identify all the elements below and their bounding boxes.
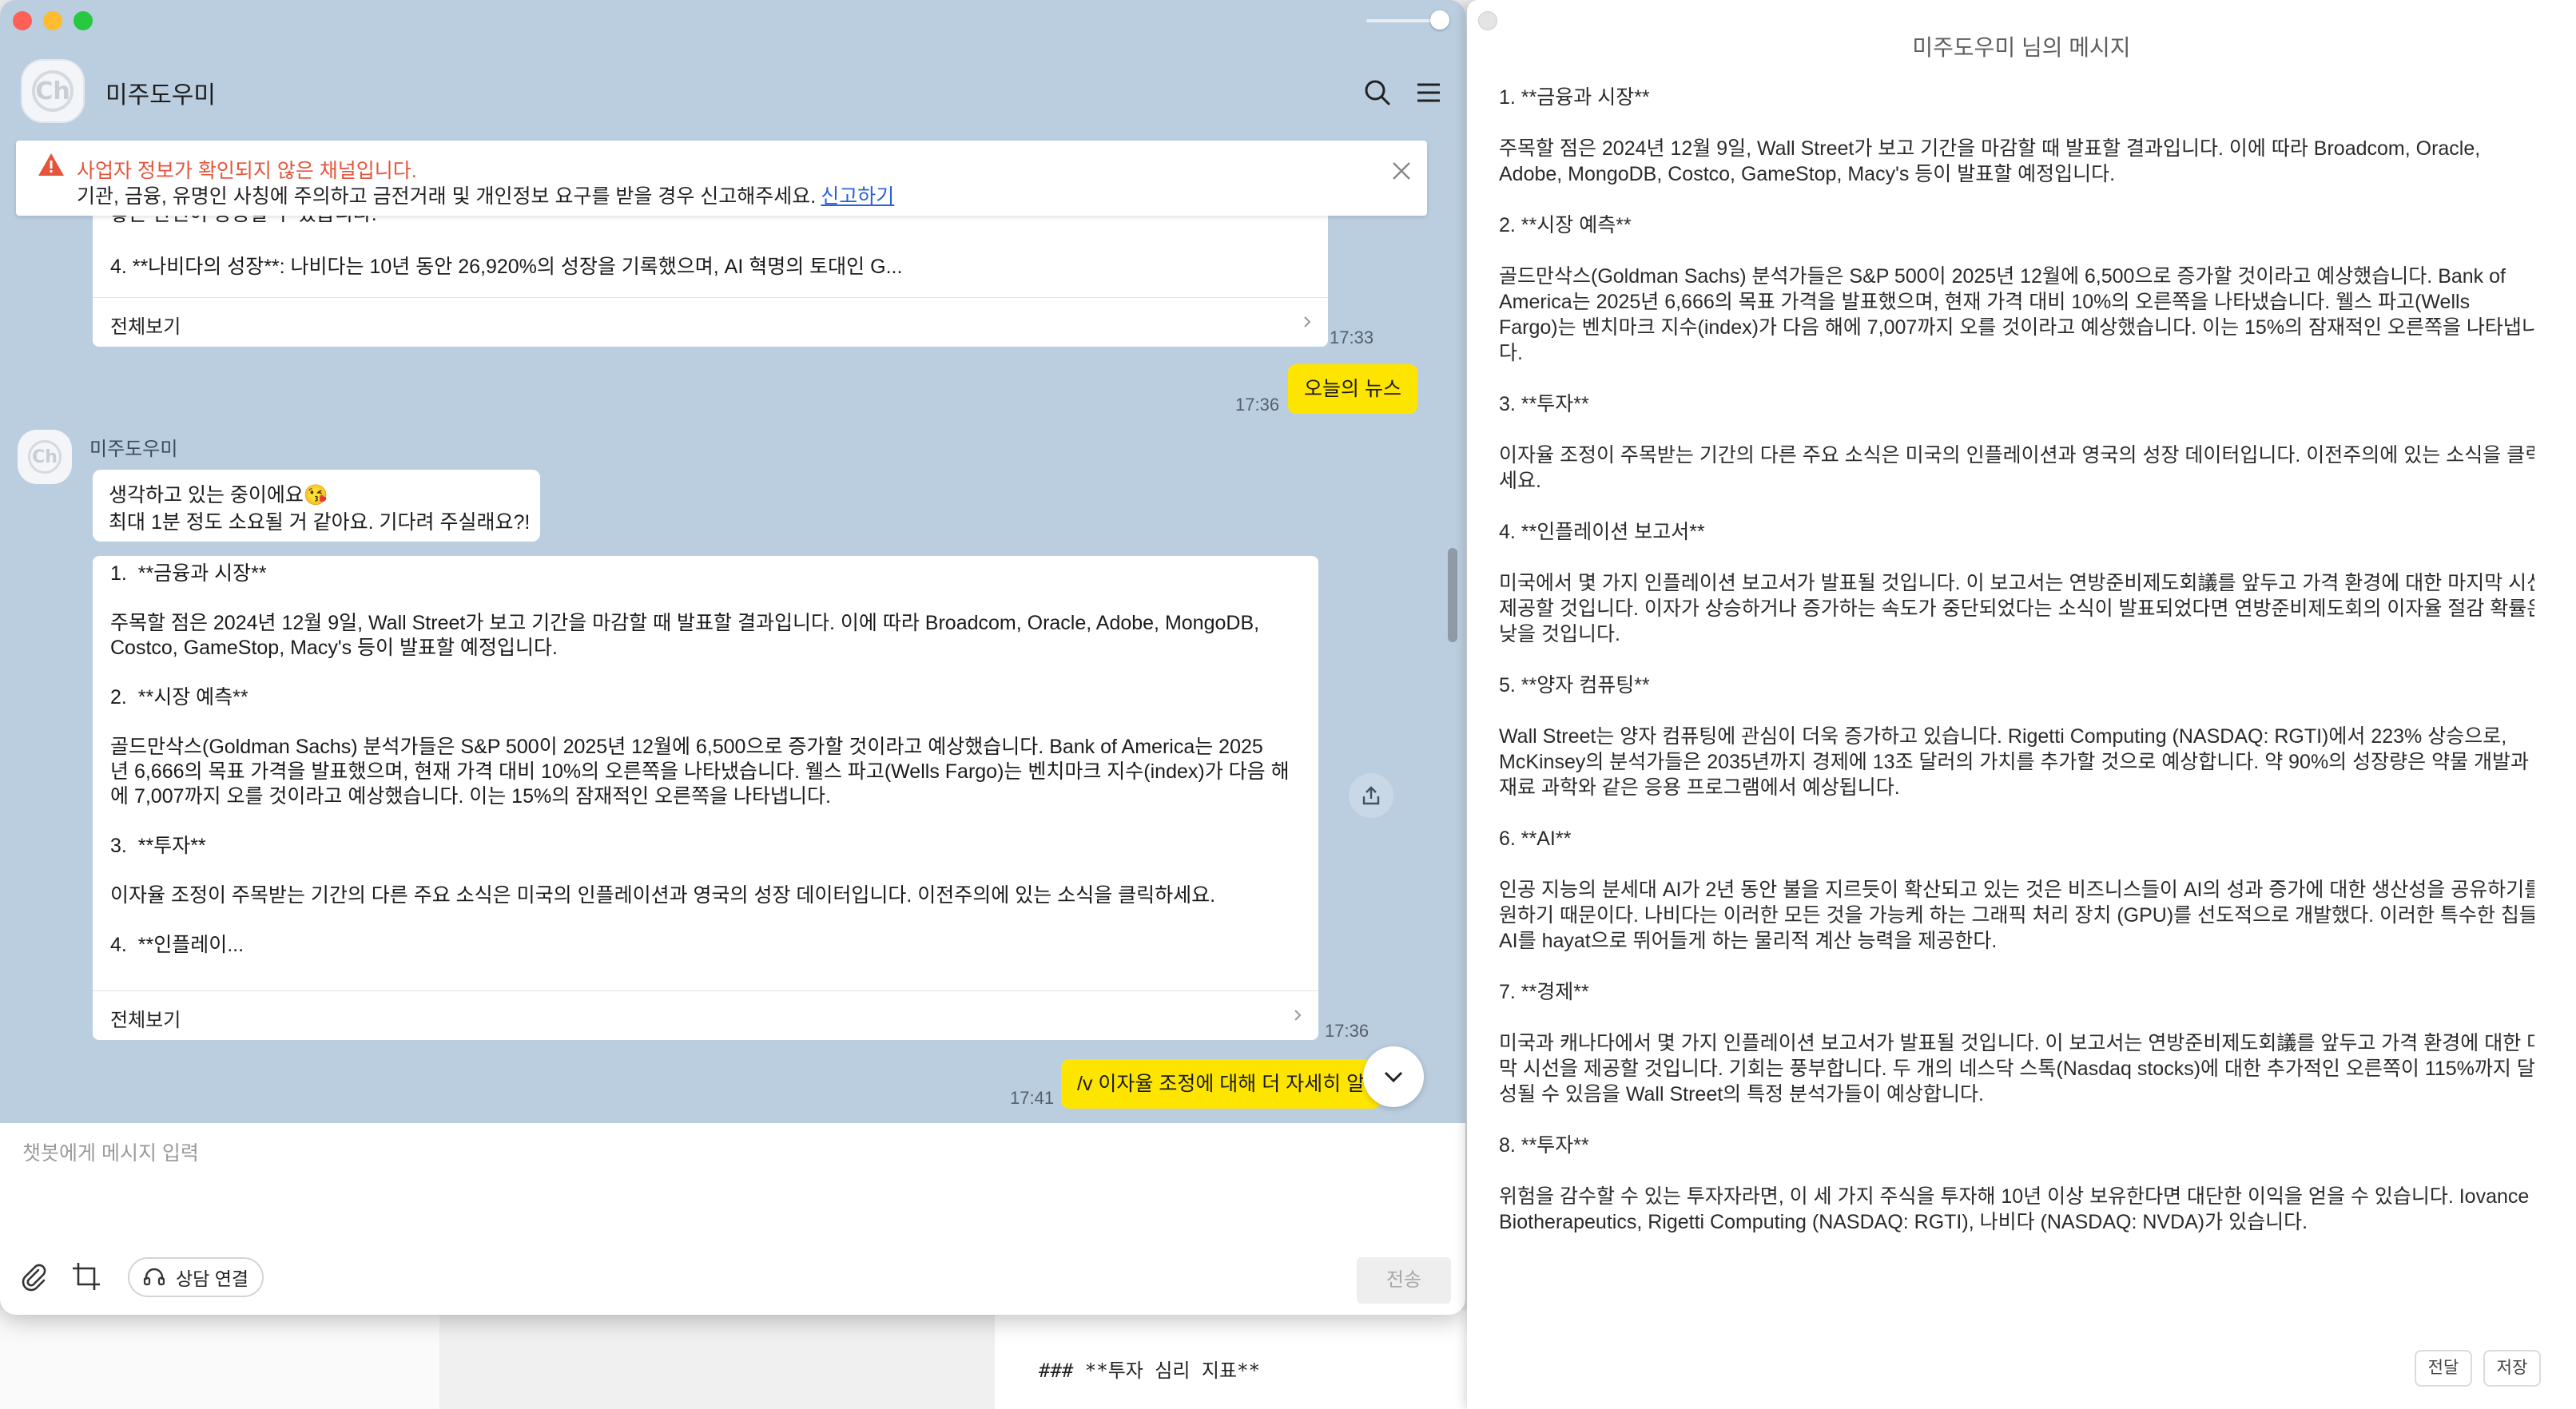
section-heading: 8. **투자**: [1499, 1134, 1589, 1157]
scrollbar-thumb[interactable]: [1448, 548, 1457, 642]
warning-banner: 사업자 정보가 확인되지 않은 채널입니다. 기관, 금융, 유명인 사칭에 주…: [16, 141, 1427, 216]
menu-button[interactable]: [1411, 75, 1446, 110]
chevron-right-icon: [1304, 316, 1311, 327]
thinking-line-2: 최대 1분 정도 소요될 거 같아요. 기다려 주실래요?!: [109, 511, 531, 534]
send-button[interactable]: 전송: [1357, 1257, 1451, 1304]
answer-line: 골드만삭스(Goldman Sachs) 분석가들은 S&P 500이 2025…: [110, 736, 1263, 758]
section-body: 위험을 감수할 수 있는 투자자라면, 이 세 가지 주식을 투자해 10년 이…: [1499, 1185, 2530, 1233]
previous-card-text: 4. **나비다의 성장**: 나비다는 10년 동안 26,920%의 성장을…: [110, 256, 903, 278]
attach-button[interactable]: [18, 1260, 50, 1292]
section-heading: 7. **경제**: [1499, 981, 1589, 1003]
answer-line: 에 7,007까지 오를 것이라고 예상했습니다. 이는 15%의 잠재적인 오…: [110, 785, 832, 808]
message-input[interactable]: [22, 1137, 1437, 1233]
warning-title: 사업자 정보가 확인되지 않은 채널입니다.: [77, 160, 417, 182]
forward-button[interactable]: 전달: [2415, 1350, 2472, 1387]
section-heading: 3. **투자**: [1499, 393, 1589, 415]
report-link[interactable]: 신고하기: [821, 185, 894, 208]
message-timestamp: 17:33: [1330, 327, 1374, 347]
section-heading: 1. **금융과 시장**: [1499, 86, 1650, 109]
answer-card-more-button[interactable]: 전체보기: [93, 990, 1318, 1040]
background-heading-line: ### **투자 심리 지표**: [1039, 1359, 1260, 1382]
consult-label: 상담 연결: [176, 1268, 249, 1289]
message-timestamp: 17:36: [1325, 1021, 1369, 1041]
warning-close-button[interactable]: [1385, 155, 1417, 187]
section-body: 인공 지능의 분세대 AI가 2년 동안 불을 지르듯이 확산되고 있는 것은 …: [1499, 879, 2534, 952]
background-document: ### **투자 심리 지표**: [0, 1310, 1470, 1409]
more-label: 전체보기: [110, 1010, 181, 1031]
section-body: 미국에서 몇 가지 인플레이션 보고서가 발표될 것입니다. 이 보고서는 연방…: [1499, 572, 2534, 645]
hamburger-menu-icon: [1417, 83, 1440, 102]
viewer-close-button[interactable]: [1478, 11, 1497, 30]
section-body: 이자율 조정이 주목받는 기간의 다른 주요 소식은 미국의 인플레이션과 영국…: [1499, 444, 2534, 492]
viewer-title: 미주도우미 님의 메시지: [1912, 35, 2131, 60]
answer-line: 년 6,666의 목표 가격을 발표했으며, 현재 가격 대비 10%의 오른쪽…: [110, 760, 1290, 783]
answer-line: 3. **투자**: [110, 835, 206, 857]
background-panel-middle: [439, 1310, 995, 1409]
search-icon: [1365, 80, 1390, 105]
message-timestamp: 17:41: [1010, 1088, 1055, 1108]
message-viewer-window: 미주도우미 님의 메시지 1. **금융과 시장** 주목할 점은 2024년 1…: [1467, 0, 2576, 1409]
more-label: 전체보기: [110, 316, 181, 338]
section-body: Wall Street는 양자 컴퓨팅에 관심이 더욱 증가하고 있습니다. R…: [1499, 725, 2530, 799]
sender-logo-text: Ch: [28, 440, 62, 474]
section-heading: 6. **AI**: [1499, 828, 1572, 850]
consult-connect-button[interactable]: 상담 연결: [128, 1257, 264, 1297]
section-body: 골드만삭스(Goldman Sachs) 분석가들은 S&P 500이 2025…: [1499, 265, 2534, 364]
window-titlebar[interactable]: [0, 0, 1465, 42]
channel-name: 미주도우미: [105, 82, 216, 109]
answer-line: Costco, GameStop, Macy's 등이 발표할 예정입니다.: [110, 637, 558, 659]
chevron-down-icon: [1384, 1071, 1403, 1083]
chat-window: Ch 미주도우미 사업자 정보가 확인되지 않은 채널입니다. 기관, 금융, …: [0, 0, 1465, 1315]
paperclip-icon: [22, 1264, 46, 1292]
opacity-slider-knob[interactable]: [1430, 10, 1449, 30]
window-close-button[interactable]: [13, 11, 32, 30]
warning-icon: [38, 153, 64, 176]
section-heading: 5. **양자 컴퓨팅**: [1499, 674, 1650, 697]
my-message-bubble: /v 이자율 조정에 대해 더 자세히 알려: [1061, 1059, 1381, 1109]
window-minimize-button[interactable]: [43, 11, 62, 30]
answer-line: 이자율 조정이 주목받는 기간의 다른 주요 소식은 미국의 인플레이션과 영국…: [110, 884, 1216, 907]
channel-avatar[interactable]: Ch: [21, 59, 85, 123]
answer-line: 주목할 점은 2024년 12월 9일, Wall Street가 보고 기간을…: [110, 612, 1260, 634]
capture-button[interactable]: [70, 1260, 102, 1292]
sender-avatar[interactable]: Ch: [18, 430, 72, 484]
composer: 상담 연결 전송: [0, 1123, 1465, 1315]
save-button[interactable]: 저장: [2483, 1350, 2541, 1387]
answer-line: 1. **금융과 시장**: [110, 562, 267, 585]
warning-body: 기관, 금융, 유명인 사칭에 주의하고 금전거래 및 개인정보 요구를 받을 …: [77, 181, 894, 209]
chevron-right-icon: [1294, 1010, 1302, 1021]
viewer-body[interactable]: 1. **금융과 시장** 주목할 점은 2024년 12월 9일, Wall S…: [1499, 85, 2534, 1331]
answer-line: 4. **인플레이...: [110, 934, 244, 956]
previous-card-more-button[interactable]: 전체보기: [93, 297, 1328, 347]
section-heading: 2. **시장 예측**: [1499, 214, 1632, 236]
search-button[interactable]: [1360, 75, 1395, 110]
headset-icon: [143, 1268, 165, 1286]
scroll-to-bottom-button[interactable]: [1363, 1046, 1424, 1107]
answer-line: 2. **시장 예측**: [110, 686, 248, 708]
background-panel-left: [0, 1310, 439, 1409]
bot-thinking-bubble: 생각하고 있는 중이에요😘 최대 1분 정도 소요될 거 같아요. 기다려 주실…: [93, 470, 540, 542]
thinking-line-1: 생각하고 있는 중이에요😘: [109, 484, 329, 506]
share-button[interactable]: [1349, 773, 1393, 818]
section-body: 미국과 캐나다에서 몇 가지 인플레이션 보고서가 발표될 것입니다. 이 보고…: [1499, 1032, 2534, 1105]
bot-answer-card: 1. **금융과 시장** 주목할 점은 2024년 12월 9일, Wall S…: [93, 556, 1318, 1040]
channel-logo-text: Ch: [32, 70, 74, 112]
window-maximize-button[interactable]: [74, 11, 93, 30]
section-heading: 4. **인플레이션 보고서**: [1499, 521, 1705, 543]
section-body: 주목할 점은 2024년 12월 9일, Wall Street가 보고 기간을…: [1499, 137, 2481, 185]
message-timestamp: 17:36: [1235, 395, 1280, 415]
crop-icon: [73, 1263, 100, 1290]
my-message-bubble: 오늘의 뉴스: [1288, 364, 1417, 414]
close-icon: [1393, 162, 1410, 180]
chat-header: Ch 미주도우미: [0, 48, 1465, 136]
sender-name: 미주도우미: [89, 439, 178, 460]
share-icon: [1362, 786, 1380, 805]
warning-body-text: 기관, 금융, 유명인 사칭에 주의하고 금전거래 및 개인정보 요구를 받을 …: [77, 185, 817, 208]
